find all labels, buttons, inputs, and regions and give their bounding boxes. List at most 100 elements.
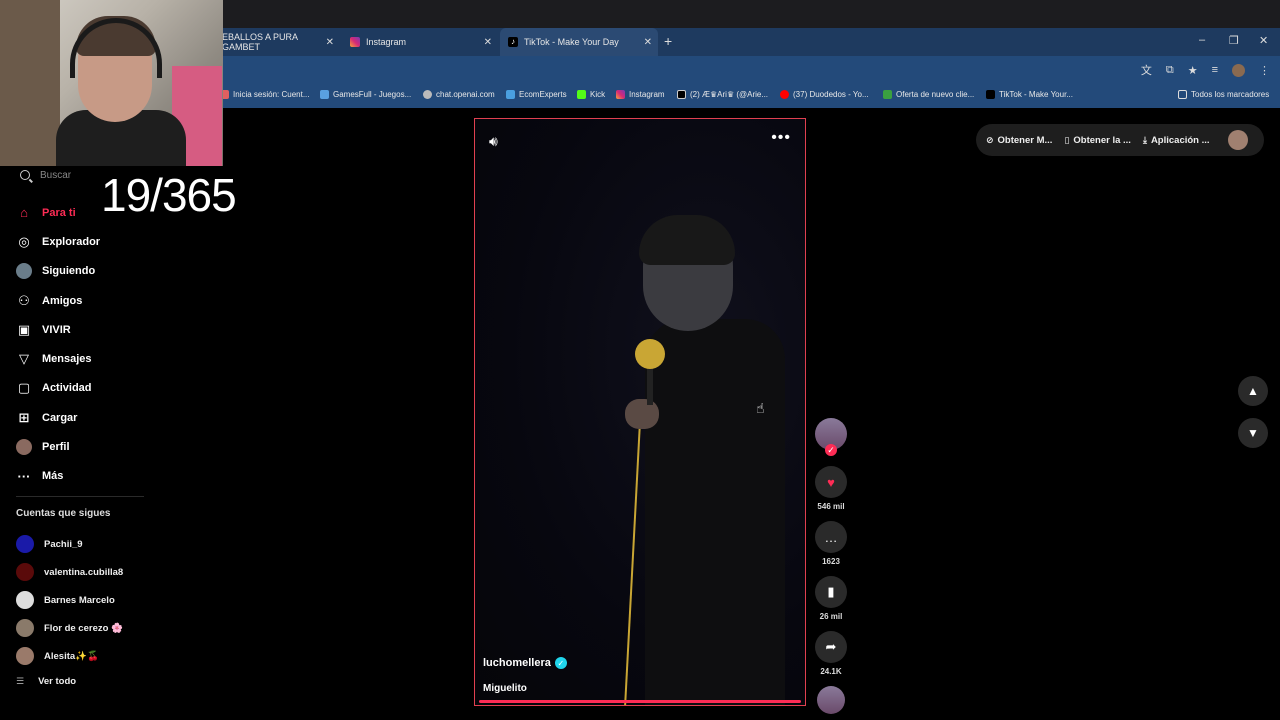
list-item[interactable]: Barnes Marcelo bbox=[16, 586, 123, 614]
new-tab-button[interactable]: + bbox=[664, 33, 672, 49]
share-count: 24.1K bbox=[820, 667, 842, 676]
minimize-button[interactable]: – bbox=[1199, 34, 1205, 46]
tiktok-icon: ♪ bbox=[508, 37, 518, 47]
close-icon[interactable]: ✕ bbox=[644, 37, 652, 48]
translate-icon[interactable]: 文 bbox=[1141, 62, 1152, 78]
get-app-button[interactable]: ▯ Obtener la ... bbox=[1064, 135, 1131, 146]
bookmark-item[interactable]: Kick bbox=[577, 90, 605, 99]
share-arrow-icon: ➦ bbox=[825, 639, 837, 654]
search-icon bbox=[20, 170, 30, 180]
bookmark-item[interactable]: GamesFull - Juegos... bbox=[320, 90, 411, 99]
close-icon[interactable]: ✕ bbox=[484, 37, 492, 48]
tab-instagram[interactable]: Instagram ✕ bbox=[342, 28, 498, 56]
sidebar-item-siguiendo[interactable]: Siguiendo bbox=[16, 257, 100, 286]
tab-label: Instagram bbox=[366, 37, 407, 47]
profile-avatar-icon[interactable] bbox=[1232, 63, 1245, 77]
next-video-button[interactable]: ▼ bbox=[1238, 418, 1268, 448]
list-icon: ☰ bbox=[16, 676, 25, 686]
phone-icon: ▯ bbox=[1064, 134, 1070, 145]
offer-icon bbox=[883, 90, 892, 99]
bookmark-item[interactable]: (37) Duodedos - Yo... bbox=[780, 90, 869, 99]
sidebar-item-mensajes[interactable]: ▽ Mensajes bbox=[16, 344, 100, 373]
kick-icon bbox=[577, 90, 586, 99]
window-close-button[interactable]: ✕ bbox=[1259, 34, 1268, 47]
profile-avatar-icon bbox=[16, 439, 32, 456]
webcam-overlay bbox=[0, 0, 223, 166]
avatar bbox=[16, 535, 34, 553]
live-icon: ▣ bbox=[17, 321, 31, 337]
coin-icon: ⊘ bbox=[986, 134, 994, 145]
sidebar-item-explorador[interactable]: ◎ Explorador bbox=[16, 227, 100, 256]
chevron-up-icon: ▲ bbox=[1247, 384, 1259, 398]
sidebar-item-para-ti[interactable]: ⌂ Para ti bbox=[16, 198, 100, 227]
comment-count: 1623 bbox=[822, 557, 840, 566]
download-app-button[interactable]: ⤓ Aplicación ... bbox=[1143, 135, 1210, 146]
youtube-icon bbox=[780, 90, 789, 99]
bookmark-item[interactable]: TikTok - Make Your... bbox=[986, 90, 1073, 99]
mouse-cursor-icon: ☝︎ bbox=[756, 400, 765, 416]
follow-plus-icon[interactable]: ✓ bbox=[825, 444, 837, 456]
close-icon[interactable]: ✕ bbox=[326, 37, 334, 48]
top-actions-pill: ⊘ Obtener M... ▯ Obtener la ... ⤓ Aplicació… bbox=[976, 124, 1264, 156]
save-count: 26 mil bbox=[819, 612, 843, 621]
video-author[interactable]: luchomellera ✓ bbox=[483, 657, 567, 669]
sidebar-item-perfil[interactable]: Perfil bbox=[16, 432, 100, 461]
verified-icon: ✓ bbox=[554, 657, 567, 669]
friends-icon: ⚇ bbox=[18, 292, 30, 308]
all-bookmarks[interactable]: Todos los marcadores bbox=[1178, 90, 1269, 99]
bookmark-item[interactable]: Oferta de nuevo clie... bbox=[883, 90, 974, 99]
sidebar-nav: ⌂ Para ti ◎ Explorador Siguiendo ⚇ Amigos ▣… bbox=[16, 198, 100, 491]
instagram-icon bbox=[350, 37, 360, 47]
more-options-icon[interactable]: ••• bbox=[771, 129, 791, 147]
sound-avatar[interactable] bbox=[817, 686, 845, 714]
list-item[interactable]: Pachii_9 bbox=[16, 530, 123, 558]
media-controls-icon[interactable]: ≡ bbox=[1212, 64, 1218, 76]
gamepad-icon bbox=[320, 90, 329, 99]
cast-icon[interactable]: ⧉ bbox=[1166, 64, 1174, 77]
restore-button[interactable]: ❐ bbox=[1229, 34, 1239, 47]
more-icon: ··· bbox=[17, 468, 31, 484]
previous-video-button[interactable]: ▲ bbox=[1238, 376, 1268, 406]
home-icon: ⌂ bbox=[20, 205, 28, 221]
bookmark-item[interactable]: chat.openai.com bbox=[423, 90, 495, 99]
folder-icon bbox=[1178, 90, 1187, 99]
see-all-button[interactable]: ☰ Ver todo bbox=[16, 676, 76, 687]
sidebar-divider bbox=[16, 496, 144, 497]
action-rail: ✓ ♥ 546 mil … 1623 ▮ 26 mil ➦ 24.1K bbox=[815, 418, 847, 714]
browser-menu-icon[interactable]: ⋮ bbox=[1259, 64, 1270, 77]
bookmark-item[interactable]: (2) Æ♛Ari♛ (@Arie... bbox=[677, 90, 768, 99]
upload-icon: ⊞ bbox=[18, 409, 30, 425]
tiktok-icon bbox=[986, 90, 995, 99]
x-icon bbox=[677, 90, 686, 99]
list-item[interactable]: valentina.cubilla8 bbox=[16, 558, 123, 586]
share-button[interactable]: ➦ bbox=[815, 631, 847, 663]
like-button[interactable]: ♥ bbox=[815, 466, 847, 498]
creator-avatar[interactable]: ✓ bbox=[815, 418, 847, 456]
avatar[interactable] bbox=[1227, 130, 1248, 150]
sidebar-item-mas[interactable]: ··· Más bbox=[16, 462, 100, 491]
bookmark-item[interactable]: Inicia sesión: Cuent... bbox=[220, 90, 309, 99]
bookmark-star-icon[interactable]: ★ bbox=[1188, 64, 1198, 77]
volume-icon[interactable]: 🔊︎ bbox=[489, 133, 498, 150]
sidebar-item-actividad[interactable]: ▢ Actividad bbox=[16, 374, 100, 403]
chevron-down-icon: ▼ bbox=[1247, 426, 1259, 440]
list-item[interactable]: Flor de cerezo 🌸 bbox=[16, 614, 123, 642]
list-item[interactable]: Alesita✨🍒 bbox=[16, 642, 123, 670]
tab-label: TikTok - Make Your Day bbox=[524, 37, 619, 47]
sidebar-item-vivir[interactable]: ▣ VIVIR bbox=[16, 315, 100, 344]
comment-icon: … bbox=[824, 529, 838, 545]
bookmark-item[interactable]: EcomExperts bbox=[506, 90, 567, 99]
openai-icon bbox=[423, 90, 432, 99]
get-coins-button[interactable]: ⊘ Obtener M... bbox=[986, 135, 1052, 146]
bookmark-item[interactable]: Instagram bbox=[616, 90, 665, 99]
day-counter: 19/365 bbox=[101, 169, 237, 221]
tab-tiktok[interactable]: ♪ TikTok - Make Your Day ✕ bbox=[500, 28, 658, 56]
compass-icon: ◎ bbox=[18, 233, 30, 249]
activity-icon: ▢ bbox=[17, 380, 31, 396]
tab-gambet[interactable]: EBALLOS A PURA GAMBET ✕ bbox=[214, 28, 340, 56]
save-button[interactable]: ▮ bbox=[815, 576, 847, 608]
sidebar-item-cargar[interactable]: ⊞ Cargar bbox=[16, 403, 100, 432]
video-progress-bar[interactable] bbox=[479, 700, 801, 703]
comment-button[interactable]: … bbox=[815, 521, 847, 553]
sidebar-item-amigos[interactable]: ⚇ Amigos bbox=[16, 286, 100, 315]
